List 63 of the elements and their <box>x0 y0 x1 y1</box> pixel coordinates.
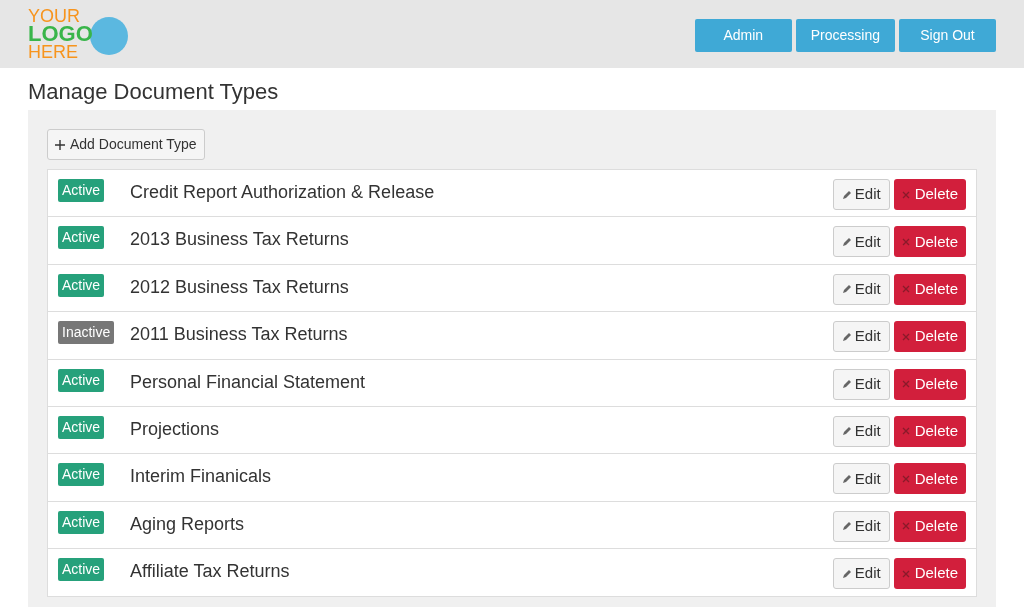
status-badge: Active <box>58 273 105 297</box>
delete-button[interactable]: Delete <box>893 321 966 353</box>
logo-text: YOUR <box>28 7 81 25</box>
status-badge: Active <box>58 226 105 250</box>
pencil-icon <box>841 236 852 247</box>
edit-button[interactable]: Edit <box>832 179 890 210</box>
nav-button[interactable]: Admin <box>694 18 792 52</box>
delete-button[interactable]: Delete <box>893 415 966 447</box>
status-badge: Active <box>58 415 105 439</box>
logo-text: HERE <box>28 43 79 61</box>
nav-button[interactable]: Sign Out <box>899 18 996 52</box>
pencil-icon <box>841 284 852 295</box>
document-name: Interim Finanicals <box>130 465 272 489</box>
close-icon <box>901 332 910 341</box>
document-name: Aging Reports <box>130 512 245 536</box>
status-badge: Active <box>58 179 105 202</box>
close-icon <box>901 569 910 578</box>
document-name: Projections <box>130 417 220 441</box>
pencil-icon <box>841 331 852 342</box>
close-icon <box>901 380 910 389</box>
close-icon <box>901 285 910 294</box>
document-name: Credit Report Authorization & Release <box>130 181 435 204</box>
pencil-icon <box>841 568 852 579</box>
edit-button[interactable]: Edit <box>832 273 890 305</box>
close-icon <box>901 190 910 199</box>
add-button[interactable]: Add Document Type <box>47 129 205 160</box>
status-badge: Active <box>58 558 105 582</box>
status-badge: Active <box>58 510 105 534</box>
close-icon <box>901 522 910 531</box>
edit-button[interactable]: Edit <box>832 463 890 495</box>
document-name: 2013 Business Tax Returns <box>130 228 349 252</box>
edit-button[interactable]: Edit <box>832 558 890 590</box>
status-badge: Active <box>58 463 105 487</box>
delete-button[interactable]: Delete <box>893 558 966 590</box>
circle-icon <box>90 17 128 55</box>
delete-button[interactable]: Delete <box>893 179 966 210</box>
delete-button[interactable]: Delete <box>893 368 966 400</box>
pencil-icon <box>841 521 852 532</box>
close-icon <box>901 427 910 436</box>
edit-button[interactable]: Edit <box>832 226 890 258</box>
document-name: 2012 Business Tax Returns <box>130 275 349 299</box>
close-icon <box>901 474 910 483</box>
close-icon <box>901 237 910 246</box>
pencil-icon <box>841 473 852 484</box>
edit-button[interactable]: Edit <box>832 321 890 353</box>
pencil-icon <box>841 379 852 390</box>
delete-button[interactable]: Delete <box>893 463 966 495</box>
pencil-icon <box>841 426 852 437</box>
status-badge: Inactive <box>58 321 115 345</box>
edit-button[interactable]: Edit <box>832 368 890 400</box>
status-badge: Active <box>58 368 105 392</box>
document-name: 2011 Business Tax Returns <box>130 323 348 347</box>
document-name: Personal Financial Statement <box>130 370 366 394</box>
delete-button[interactable]: Delete <box>893 273 966 305</box>
delete-button[interactable]: Delete <box>893 510 966 542</box>
edit-button[interactable]: Edit <box>832 510 890 542</box>
plus-icon <box>55 139 65 150</box>
pencil-icon <box>841 189 852 200</box>
nav-button[interactable]: Processing <box>795 18 895 52</box>
edit-button[interactable]: Edit <box>832 415 890 447</box>
delete-button[interactable]: Delete <box>893 226 966 258</box>
page-title: Manage Document Types <box>28 78 280 106</box>
document-name: Affiliate Tax Returns <box>130 560 290 584</box>
